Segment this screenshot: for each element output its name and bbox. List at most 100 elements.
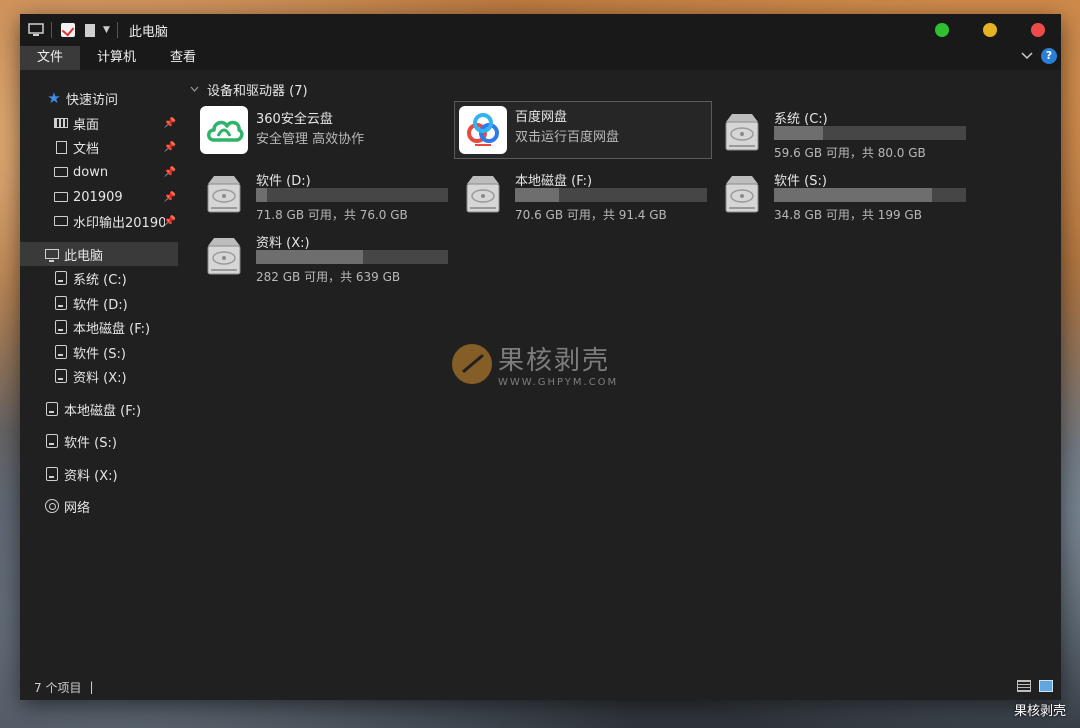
drive-tile-c[interactable]: 系统 (C:) 59.6 GB 可用，共 80.0 GB bbox=[714, 110, 970, 166]
desktop-icon bbox=[53, 115, 69, 131]
network-icon bbox=[44, 498, 60, 514]
drive-name: 软件 (S:) bbox=[774, 174, 827, 189]
sidebar-item-network[interactable]: 网络 bbox=[20, 494, 178, 518]
drive-usage-bar bbox=[256, 188, 448, 202]
sidebar-item-drive-x-root[interactable]: 资料 (X:) bbox=[20, 462, 178, 486]
drive-tile-f[interactable]: 本地磁盘 (F:) 70.6 GB 可用，共 91.4 GB bbox=[455, 172, 711, 228]
corner-watermark: 果核剥壳 bbox=[1013, 704, 1066, 719]
drive-name: 本地磁盘 (F:) bbox=[515, 174, 593, 189]
sidebar-item-drive-f-root[interactable]: 本地磁盘 (F:) bbox=[20, 397, 178, 421]
tab-view[interactable]: 查看 bbox=[153, 46, 213, 70]
sidebar-item-label: 软件 (D:) bbox=[73, 297, 128, 313]
help-icon[interactable]: ? bbox=[1041, 48, 1057, 64]
expand-ribbon-icon[interactable] bbox=[1021, 49, 1033, 63]
large-icons-view-icon[interactable] bbox=[1039, 680, 1053, 692]
drive-tile-x[interactable]: 资料 (X:) 282 GB 可用，共 639 GB bbox=[196, 234, 452, 290]
sidebar-item-drive-f[interactable]: 本地磁盘 (F:) bbox=[20, 315, 178, 339]
sidebar-item-drive-c[interactable]: 系统 (C:) bbox=[20, 266, 178, 290]
details-view-icon[interactable] bbox=[1017, 680, 1031, 692]
drive-icon bbox=[44, 401, 60, 417]
sidebar-item-label: 软件 (S:) bbox=[64, 435, 117, 451]
hard-drive-icon bbox=[461, 172, 505, 216]
folder-icon bbox=[53, 189, 69, 205]
document-icon bbox=[53, 139, 69, 155]
pin-icon[interactable]: 📌 bbox=[164, 192, 176, 203]
this-pc-icon bbox=[28, 14, 44, 46]
sidebar-item-drive-s-root[interactable]: 软件 (S:) bbox=[20, 429, 178, 453]
sidebar-item-this-pc[interactable]: 此电脑 bbox=[20, 242, 178, 266]
hard-drive-icon bbox=[720, 110, 764, 154]
drive-usage-bar bbox=[515, 188, 707, 202]
content-pane: 设备和驱动器 (7) 360安全云盘 安全管理 高效协作 百度网盘 双击运行百度… bbox=[180, 70, 1061, 674]
maximize-button[interactable] bbox=[935, 23, 949, 37]
sidebar-item-drive-d[interactable]: 软件 (D:) bbox=[20, 291, 178, 315]
baidu-netdisk-icon bbox=[459, 106, 507, 154]
quick-access-separator bbox=[51, 22, 52, 38]
sidebar-item-down[interactable]: down 📌 bbox=[20, 160, 178, 184]
drive-icon bbox=[44, 433, 60, 449]
sidebar-item-label: 资料 (X:) bbox=[73, 370, 127, 386]
sidebar-item-label: down bbox=[73, 164, 109, 180]
tab-file[interactable]: 文件 bbox=[20, 46, 81, 70]
sidebar-item-label: 本地磁盘 (F:) bbox=[64, 403, 142, 419]
sidebar-item-drive-x[interactable]: 资料 (X:) bbox=[20, 364, 178, 388]
status-separator: | bbox=[89, 680, 94, 694]
hard-drive-icon bbox=[202, 172, 246, 216]
pin-icon[interactable]: 📌 bbox=[164, 216, 176, 227]
properties-icon[interactable] bbox=[61, 23, 75, 37]
watermark-text: 果核剥壳 bbox=[498, 346, 611, 376]
sidebar-item-documents[interactable]: 文档 📌 bbox=[20, 135, 178, 159]
hard-drive-icon bbox=[202, 234, 246, 278]
drive-name: 系统 (C:) bbox=[774, 112, 828, 127]
drive-name: 资料 (X:) bbox=[256, 236, 310, 251]
window-title: 此电脑 bbox=[128, 24, 168, 40]
drive-icon bbox=[53, 344, 69, 360]
sidebar-item-201909[interactable]: 201909 📌 bbox=[20, 185, 178, 209]
group-header[interactable]: 设备和驱动器 (7) bbox=[190, 80, 308, 99]
sidebar-item-label: 文档 bbox=[73, 141, 100, 157]
watermark: 果核剥壳 WWW.GHPYM.COM bbox=[452, 340, 618, 388]
pin-icon[interactable]: 📌 bbox=[164, 118, 176, 129]
drive-capacity: 71.8 GB 可用，共 76.0 GB bbox=[256, 208, 408, 222]
hard-drive-icon bbox=[720, 172, 764, 216]
app-tile-baidu-netdisk[interactable]: 百度网盘 双击运行百度网盘 bbox=[454, 101, 712, 159]
collapse-chevron-icon[interactable] bbox=[190, 85, 199, 95]
sidebar-item-label: 快速访问 bbox=[66, 92, 119, 108]
tile-description: 双击运行百度网盘 bbox=[515, 130, 620, 145]
pin-icon[interactable]: 📌 bbox=[164, 142, 176, 153]
sidebar-item-label: 水印输出201909 bbox=[73, 215, 165, 231]
sidebar-item-label: 网络 bbox=[64, 500, 91, 516]
drive-capacity: 282 GB 可用，共 639 GB bbox=[256, 270, 401, 284]
sidebar-item-label: 系统 (C:) bbox=[73, 272, 127, 288]
tile-name: 百度网盘 bbox=[515, 110, 568, 125]
drive-usage-bar bbox=[256, 250, 448, 264]
view-switcher bbox=[1017, 680, 1053, 692]
sidebar-item-drive-s[interactable]: 软件 (S:) bbox=[20, 340, 178, 364]
navigation-pane: ★ 快速访问 桌面 📌 文档 📌 down 📌 201909 📌 水印输出201… bbox=[20, 70, 178, 674]
drive-icon bbox=[53, 270, 69, 286]
customize-quick-access-icon[interactable]: ▼ bbox=[103, 25, 110, 35]
group-header-label: 设备和驱动器 (7) bbox=[207, 84, 308, 99]
tab-computer[interactable]: 计算机 bbox=[80, 46, 153, 70]
folder-icon bbox=[53, 164, 69, 180]
close-button[interactable] bbox=[1031, 23, 1045, 37]
sidebar-item-label: 201909 bbox=[73, 189, 123, 205]
sidebar-item-watermark-output[interactable]: 水印输出201909 📌 bbox=[20, 209, 178, 233]
pin-icon[interactable]: 📌 bbox=[164, 167, 176, 178]
star-icon: ★ bbox=[47, 89, 61, 107]
folder-icon bbox=[53, 213, 69, 229]
drive-icon bbox=[44, 466, 60, 482]
explorer-window: ▼ 此电脑 文件 计算机 查看 ? ★ 快速访问 桌面 📌 文档 📌 down … bbox=[20, 14, 1061, 700]
window-controls bbox=[935, 23, 1045, 37]
new-folder-icon[interactable] bbox=[85, 23, 95, 37]
drive-tile-s[interactable]: 软件 (S:) 34.8 GB 可用，共 199 GB bbox=[714, 172, 970, 228]
app-tile-360-cloud[interactable]: 360安全云盘 安全管理 高效协作 bbox=[196, 104, 452, 160]
minimize-button[interactable] bbox=[983, 23, 997, 37]
drive-tile-d[interactable]: 软件 (D:) 71.8 GB 可用，共 76.0 GB bbox=[196, 172, 452, 228]
sidebar-item-desktop[interactable]: 桌面 📌 bbox=[20, 111, 178, 135]
item-count: 7 个项目 bbox=[34, 680, 82, 695]
sidebar-item-quick-access[interactable]: ★ 快速访问 bbox=[20, 86, 178, 110]
drive-icon bbox=[53, 295, 69, 311]
drive-capacity: 70.6 GB 可用，共 91.4 GB bbox=[515, 208, 667, 222]
watermark-logo-icon bbox=[452, 344, 492, 384]
